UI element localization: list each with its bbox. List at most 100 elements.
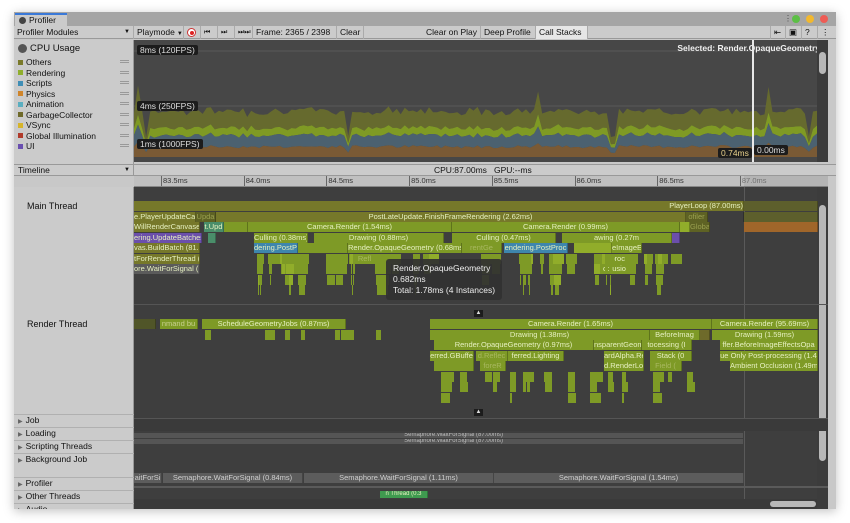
profiler-tab[interactable]: Profiler xyxy=(15,13,67,26)
sample[interactable]: nsparentGeome xyxy=(594,340,642,350)
legend-item-others[interactable]: Others xyxy=(18,57,52,67)
flame-sample[interactable] xyxy=(520,274,522,285)
flame-sample[interactable] xyxy=(284,329,290,340)
thread-separator[interactable] xyxy=(134,304,828,305)
flame-sample[interactable] xyxy=(258,253,265,264)
legend-reorder-handle[interactable] xyxy=(120,91,129,95)
flame-sample[interactable] xyxy=(605,274,607,285)
sample[interactable] xyxy=(700,329,710,340)
flame-sample[interactable] xyxy=(326,264,334,274)
legend-reorder-handle[interactable] xyxy=(120,60,129,63)
flame-sample[interactable] xyxy=(341,253,349,264)
profiler-modules-dropdown[interactable]: Profiler Modules ▼ xyxy=(14,26,134,39)
flame-sample[interactable] xyxy=(297,264,300,274)
sample-wait-render-thread[interactable]: tForRenderThread ( xyxy=(134,253,200,264)
flame-sample[interactable] xyxy=(285,253,290,264)
current-frame-button[interactable]: ⏭⏭ xyxy=(235,26,253,39)
flame-sample[interactable] xyxy=(540,253,545,264)
save-button[interactable]: ▣ xyxy=(786,26,802,39)
flame-sample[interactable] xyxy=(567,371,576,382)
flame-sample[interactable] xyxy=(570,382,576,392)
sample[interactable] xyxy=(224,222,248,232)
flame-sample[interactable] xyxy=(522,274,527,285)
flame-sample[interactable] xyxy=(375,264,386,274)
sample[interactable] xyxy=(208,232,216,243)
flame-sample[interactable] xyxy=(493,371,501,382)
flame-sample[interactable] xyxy=(687,371,691,382)
flame-sample[interactable] xyxy=(593,253,602,264)
legend-item-global-illumination[interactable]: Global Illumination xyxy=(18,131,96,141)
flame-sample[interactable] xyxy=(527,382,530,392)
flame-sample[interactable] xyxy=(335,329,341,340)
sample-next-frame[interactable] xyxy=(744,222,818,232)
flame-sample[interactable] xyxy=(441,392,448,403)
clear-button[interactable]: Clear xyxy=(337,26,364,39)
sample-camera-render-rt-2[interactable]: Camera.Render (95.69ms) xyxy=(712,319,818,329)
sample[interactable]: nmand bu xyxy=(160,319,198,329)
flame-sample[interactable] xyxy=(352,264,355,274)
flame-sample[interactable] xyxy=(567,382,571,392)
playmode-dropdown[interactable]: Playmode ▼ xyxy=(134,26,184,39)
flame-sample[interactable] xyxy=(621,392,625,403)
flame-sample[interactable] xyxy=(509,392,513,403)
thread-group-other-threads[interactable]: ▶ Other Threads xyxy=(14,490,134,503)
frame-cursor[interactable] xyxy=(752,40,754,162)
flame-sample[interactable] xyxy=(658,264,661,274)
call-stacks-toggle[interactable]: Call Stacks xyxy=(536,26,588,39)
flame-sample[interactable] xyxy=(301,329,306,340)
sample-finish-frame-rendering[interactable]: PostLateUpdate.FinishFrameRendering (2.6… xyxy=(216,211,686,222)
flame-sample[interactable] xyxy=(544,371,553,382)
flame-sample[interactable] xyxy=(523,285,525,295)
flame-sample[interactable] xyxy=(570,392,576,403)
previous-frame-button[interactable]: ⏮ xyxy=(201,26,218,39)
flame-sample[interactable] xyxy=(301,274,306,285)
legend-reorder-handle[interactable] xyxy=(120,81,129,84)
flame-sample[interactable] xyxy=(348,329,354,340)
sample-postprocess-2[interactable]: endering.PostProc xyxy=(504,243,568,253)
flame-sample[interactable] xyxy=(553,253,564,264)
sample-will-render-canvases[interactable]: WillRenderCanvases xyxy=(134,222,200,232)
sample-drawing-rt-2[interactable]: Drawing (1.59ms) xyxy=(712,329,818,340)
flame-sample[interactable] xyxy=(609,274,612,285)
flame-sample[interactable] xyxy=(656,285,662,295)
sample-render-opaque-geometry[interactable]: Render.OpaqueGeometry (0.68ms) xyxy=(348,243,462,253)
flame-sample[interactable] xyxy=(298,274,300,285)
load-button[interactable]: ⇤ xyxy=(770,26,786,39)
flame-sample[interactable] xyxy=(341,264,347,274)
flame-sample[interactable] xyxy=(384,285,386,295)
legend-item-animation[interactable]: Animation xyxy=(18,99,64,109)
sample-audio-thread[interactable]: n Thread (0.3 xyxy=(380,491,428,498)
flame-sample[interactable] xyxy=(353,274,355,285)
deep-profile-toggle[interactable]: Deep Profile xyxy=(481,26,536,39)
sample[interactable]: ardAlpha.Ren xyxy=(604,350,644,361)
timeline-vscrollbar[interactable] xyxy=(817,187,828,509)
sample-culling-2[interactable]: Culling (0.47ms) xyxy=(452,232,556,243)
flame-sample[interactable] xyxy=(441,371,445,382)
sample[interactable]: foreR xyxy=(480,361,506,371)
sample-next-frame[interactable] xyxy=(744,201,818,211)
thread-group-loading[interactable]: ▶ Loading xyxy=(14,427,134,440)
flame-sample[interactable] xyxy=(621,382,628,392)
flame-sample[interactable] xyxy=(667,371,673,382)
timeline-hscrollbar[interactable] xyxy=(134,499,817,509)
flame-sample[interactable] xyxy=(335,274,343,285)
flame-sample[interactable] xyxy=(621,371,626,382)
sample[interactable]: BeforeImag xyxy=(650,329,700,340)
legend-reorder-handle[interactable] xyxy=(120,70,129,74)
flame-sample[interactable] xyxy=(555,285,560,295)
flame-sample[interactable] xyxy=(270,329,275,340)
flame-sample[interactable] xyxy=(259,274,262,285)
close-button[interactable] xyxy=(820,15,828,23)
chart-scrollbar-thumb[interactable] xyxy=(819,52,826,74)
sample[interactable]: Field ( xyxy=(650,361,682,371)
timeline-area[interactable]: Render.OpaqueGeometry 0.682ms Total: 1.7… xyxy=(134,187,828,509)
flame-sample[interactable] xyxy=(376,274,385,285)
flame-sample[interactable] xyxy=(441,382,445,392)
flame-sample[interactable] xyxy=(509,371,517,382)
flame-sample[interactable] xyxy=(519,253,524,264)
sample[interactable]: d.RenderLoo xyxy=(604,361,644,371)
flame-sample[interactable] xyxy=(608,253,614,264)
flame-sample[interactable] xyxy=(341,329,347,340)
flame-sample[interactable] xyxy=(687,382,696,392)
flame-sample[interactable] xyxy=(509,382,517,392)
